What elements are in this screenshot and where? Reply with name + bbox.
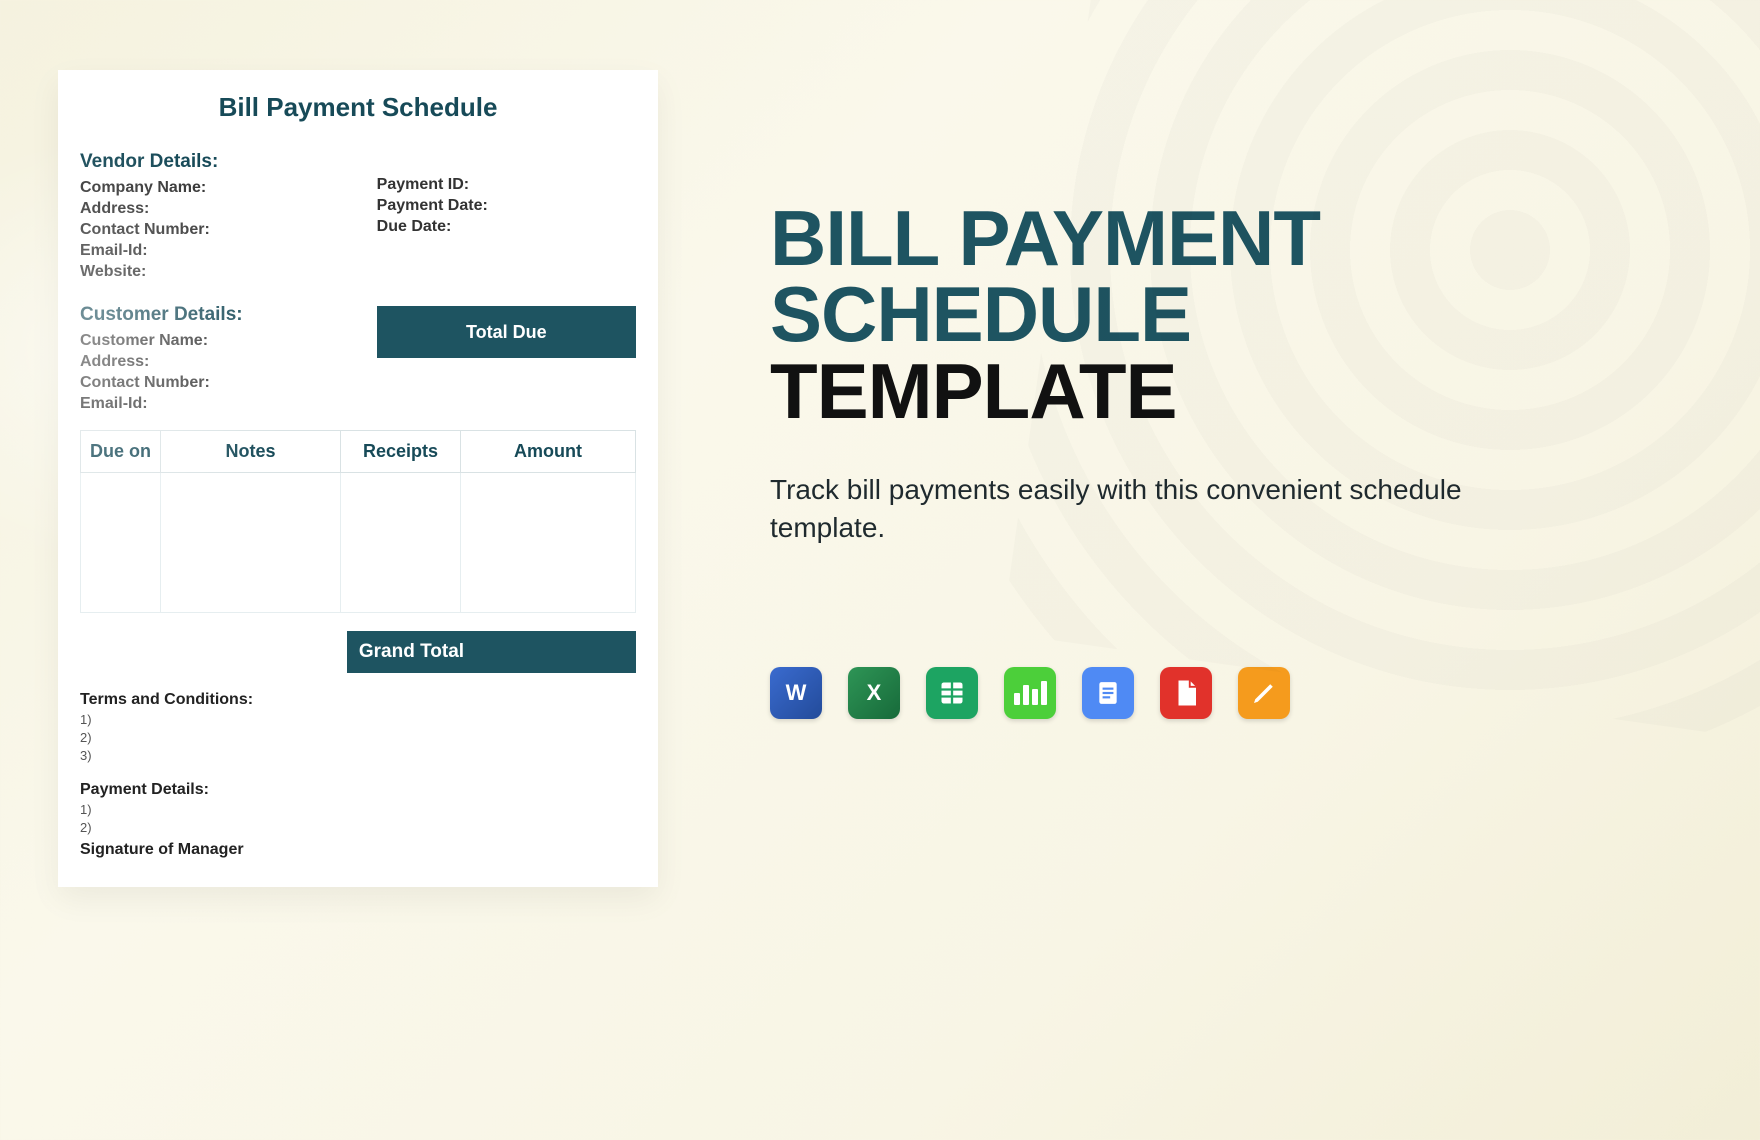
terms-item-1: 1) xyxy=(80,712,636,727)
template-preview-pane: Bill Payment Schedule Vendor Details: Co… xyxy=(0,0,680,1140)
customer-total-row: Customer Details: Customer Name: Address… xyxy=(80,300,636,416)
cell-notes xyxy=(161,473,341,613)
apple-pages-icon[interactable] xyxy=(1238,667,1290,719)
hero-subtitle: Track bill payments easily with this con… xyxy=(770,471,1490,547)
format-icon-row: W X xyxy=(770,667,1670,719)
signature-label: Signature of Manager xyxy=(80,841,636,859)
document-preview: Bill Payment Schedule Vendor Details: Co… xyxy=(58,70,658,887)
customer-name-label: Customer Name: xyxy=(80,332,367,350)
terms-heading: Terms and Conditions: xyxy=(80,691,636,709)
terms-item-2: 2) xyxy=(80,730,636,745)
vendor-website-label: Website: xyxy=(80,263,367,281)
hero-line-3: TEMPLATE xyxy=(770,353,1670,429)
vendor-address-label: Address: xyxy=(80,200,367,218)
vendor-company-label: Company Name: xyxy=(80,179,367,197)
pen-icon xyxy=(1249,678,1279,708)
excel-icon-label: X xyxy=(867,680,882,706)
pdf-icon[interactable] xyxy=(1160,667,1212,719)
cell-amount xyxy=(461,473,636,613)
table-header-row: Due on Notes Receipts Amount xyxy=(81,431,636,473)
th-receipts: Receipts xyxy=(341,431,461,473)
doc-title: Bill Payment Schedule xyxy=(80,92,636,123)
vendor-email-label: Email-Id: xyxy=(80,242,367,260)
payment-id-label: Payment ID: xyxy=(377,176,636,194)
schedule-table: Due on Notes Receipts Amount xyxy=(80,430,636,613)
due-date-label: Due Date: xyxy=(377,218,636,236)
vendor-contact-label: Contact Number: xyxy=(80,221,367,239)
th-due-on: Due on xyxy=(81,431,161,473)
cell-due xyxy=(81,473,161,613)
vendor-payment-row: Vendor Details: Company Name: Address: C… xyxy=(80,147,636,284)
customer-address-label: Address: xyxy=(80,353,367,371)
google-sheets-icon[interactable] xyxy=(926,667,978,719)
word-icon[interactable]: W xyxy=(770,667,822,719)
grand-total-row: Grand Total xyxy=(80,631,636,673)
payment-date-label: Payment Date: xyxy=(377,197,636,215)
apple-numbers-icon[interactable] xyxy=(1004,667,1056,719)
terms-item-3: 3) xyxy=(80,748,636,763)
hero-line-2: SCHEDULE xyxy=(770,276,1670,352)
hero-line-1: BILL PAYMENT xyxy=(770,200,1670,276)
google-docs-icon[interactable] xyxy=(1082,667,1134,719)
customer-heading: Customer Details: xyxy=(80,304,367,326)
hero-title: BILL PAYMENT SCHEDULE TEMPLATE xyxy=(770,200,1670,429)
word-icon-label: W xyxy=(786,680,807,706)
table-row xyxy=(81,473,636,613)
vendor-heading: Vendor Details: xyxy=(80,151,367,173)
th-amount: Amount xyxy=(461,431,636,473)
cell-receipts xyxy=(341,473,461,613)
grand-total-label: Grand Total xyxy=(347,631,636,673)
pdf-glyph-icon xyxy=(1171,678,1201,708)
bars-icon xyxy=(1014,681,1047,705)
excel-icon[interactable]: X xyxy=(848,667,900,719)
hero-pane: BILL PAYMENT SCHEDULE TEMPLATE Track bil… xyxy=(680,0,1760,1140)
total-due-box: Total Due xyxy=(377,306,636,358)
payment-details-item-1: 1) xyxy=(80,802,636,817)
payment-details-item-2: 2) xyxy=(80,820,636,835)
sheets-grid-icon xyxy=(938,679,966,707)
customer-email-label: Email-Id: xyxy=(80,395,367,413)
doc-lines-icon xyxy=(1095,680,1121,706)
payment-details-heading: Payment Details: xyxy=(80,781,636,799)
customer-contact-label: Contact Number: xyxy=(80,374,367,392)
th-notes: Notes xyxy=(161,431,341,473)
